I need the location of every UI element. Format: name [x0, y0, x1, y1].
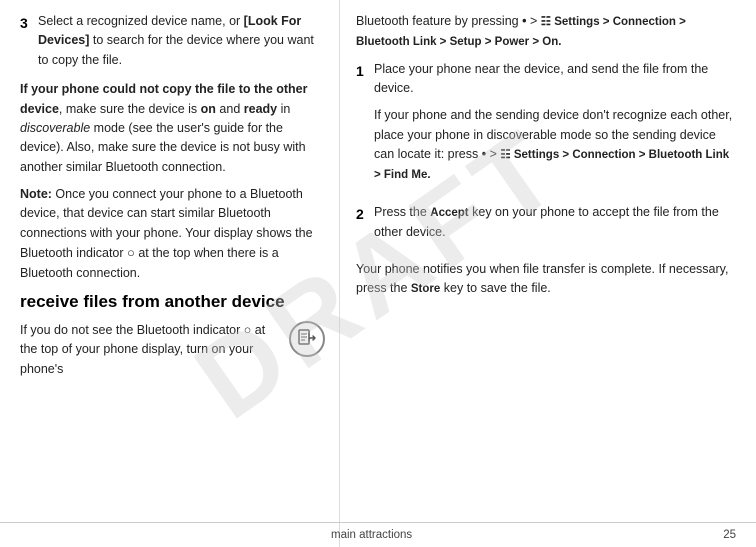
conclusion-2: key to save the file. — [440, 281, 550, 295]
step-2-content: Press the Accept key on your phone to ac… — [374, 203, 738, 242]
step-2-text: Press the Accept key on your phone to ac… — [374, 203, 738, 242]
left-column: 3 Select a recognized device name, or [L… — [0, 0, 340, 547]
note-block: Note: Once you connect your phone to a B… — [20, 185, 325, 283]
bt-feature-text: Bluetooth feature by pressing — [356, 14, 522, 28]
step-3-content: Select a recognized device name, or [Loo… — [38, 12, 325, 70]
section-intro-text: If you do not see the Bluetooth indicato… — [20, 321, 325, 379]
step-3-number: 3 — [20, 13, 28, 35]
section-heading: receive files from another device — [20, 291, 325, 313]
bt-feature-intro: Bluetooth feature by pressing • > ☷ Sett… — [356, 12, 738, 52]
note-paragraph: Note: Once you connect your phone to a B… — [20, 185, 325, 283]
warning-paragraph: If your phone could not copy the file to… — [20, 80, 325, 177]
footer: main attractions 25 — [0, 522, 756, 547]
footer-center: main attractions — [20, 529, 723, 541]
step-1-block: 1 Place your phone near the device, and … — [356, 60, 738, 193]
bluetooth-indicator-icon: ○ — [127, 245, 135, 260]
step-1-number: 1 — [356, 61, 364, 83]
accept-key: Accept — [430, 207, 468, 219]
step-1-arrow: > — [486, 147, 500, 161]
step-1-content: Place your phone near the device, and se… — [374, 60, 738, 185]
section-intro-1: If you do not see the Bluetooth indicato… — [20, 323, 244, 337]
step-1-subtext: If your phone and the sending device don… — [374, 106, 738, 184]
warning-block: If your phone could not copy the file to… — [20, 80, 325, 177]
store-key: Store — [411, 283, 440, 295]
page-container: DRAFT 3 Select a recognized device name,… — [0, 0, 756, 547]
file-transfer-icon — [289, 321, 325, 357]
note-label: Note: — [20, 187, 52, 201]
step-1-text: Place your phone near the device, and se… — [374, 60, 738, 99]
section-intro-block: If you do not see the Bluetooth indicato… — [20, 321, 325, 379]
right-column: Bluetooth feature by pressing • > ☷ Sett… — [340, 0, 756, 547]
step-2-number: 2 — [356, 204, 364, 226]
step-2-pre: Press the — [374, 205, 430, 219]
step-3-text-1: Select a recognized device name, or — [38, 14, 244, 28]
warning-body: , make sure the device is on and ready i… — [20, 102, 306, 174]
conclusion-text: Your phone notifies you when file transf… — [356, 260, 738, 299]
step-2-block: 2 Press the Accept key on your phone to … — [356, 203, 738, 250]
step-3-block: 3 Select a recognized device name, or [L… — [20, 12, 325, 70]
footer-page-number: 25 — [723, 529, 736, 541]
arrow-separator: > — [526, 14, 540, 28]
